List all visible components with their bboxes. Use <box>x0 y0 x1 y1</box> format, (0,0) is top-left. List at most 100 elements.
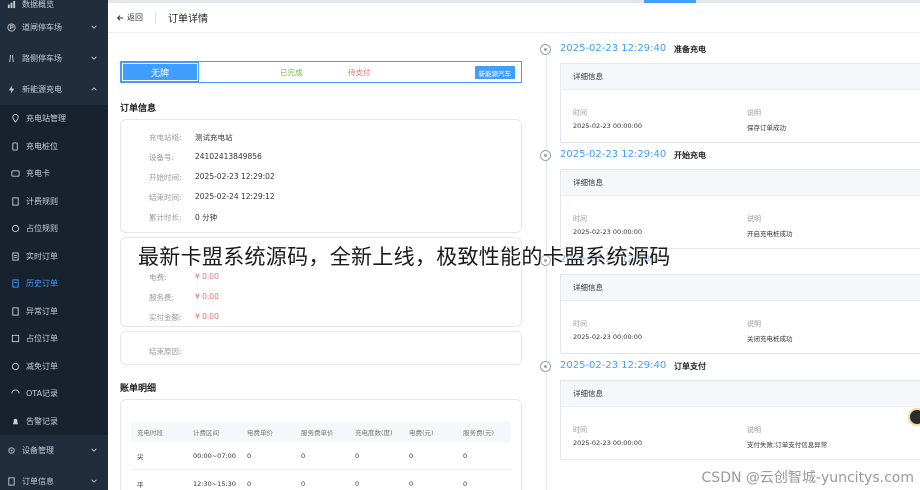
fee-value: ¥ 0.00 <box>195 292 219 301</box>
table-cell: 0 <box>355 479 360 488</box>
arrow-left-icon <box>116 14 124 21</box>
bill-title: 账单明细 <box>120 384 157 394</box>
card-icon <box>10 169 20 179</box>
table-row: 尖 00:00~07:00 0 0 0 0 0 <box>131 442 511 470</box>
sidebar-item-3[interactable]: 新能源充电 <box>0 74 108 105</box>
detail-title: 详细信息 <box>561 64 920 90</box>
table-cell: 0 <box>247 451 252 460</box>
sidebar-item-14[interactable]: OTA记录 <box>0 380 108 408</box>
sidebar-item-12[interactable]: 占位订单 <box>0 325 108 353</box>
timeline-event: 开始充电 <box>674 150 706 160</box>
device-icon <box>6 446 16 456</box>
table-cell: 00:00~07:00 <box>193 451 236 460</box>
column-header: 电费单价 <box>247 429 273 437</box>
sidebar-item-label: 告警记录 <box>26 416 58 426</box>
column-header: 电费(元) <box>409 429 434 437</box>
desc-value: 保存订单成功 <box>747 124 786 132</box>
sidebar-item-7[interactable]: 计费规则 <box>0 187 108 215</box>
sidebar-item-10[interactable]: 历史订单 <box>0 270 108 298</box>
page-header: 返回 订单详情 <box>108 3 920 33</box>
table-header: 充电时段 计费区间 电费单价 服务费单价 充电度数(度) 电费(元) 服务费(元) <box>131 422 511 442</box>
sidebar-item-13[interactable]: 减免订单 <box>0 352 108 380</box>
time-value: 2025-02-23 00:00:00 <box>573 438 643 447</box>
fee-label: 服务费: <box>149 293 175 302</box>
table-cell: 0 <box>409 479 414 488</box>
status-bar: 无牌 已完成 待支付 新能源汽车 <box>120 61 522 83</box>
sidebar: 数据概览 道闸停车场路侧停车场新能源充电充电站管理充电桩位充电卡计费规则占位规则实… <box>0 0 108 490</box>
chevron-icon <box>90 54 98 62</box>
divider <box>155 11 156 24</box>
sidebar-item-label: OTA记录 <box>26 389 59 399</box>
timeline-time: 2025-02-23 12:29:40 <box>560 148 667 160</box>
table-cell: 0 <box>463 451 468 460</box>
sidebar-item-6[interactable]: 充电卡 <box>0 160 108 188</box>
detail-title: 详细信息 <box>561 275 920 301</box>
sidebar-item-2[interactable]: 路侧停车场 <box>0 43 108 74</box>
end-reason-card: 结束原因: <box>120 331 522 365</box>
sidebar-item-5[interactable]: 充电桩位 <box>0 132 108 160</box>
desc-label: 说明 <box>747 109 761 117</box>
table-row: 平 12:30~15:30 0 0 0 0 0 <box>131 470 511 490</box>
table-cell: 0 <box>463 479 468 488</box>
bill-table: 充电时段 计费区间 电费单价 服务费单价 充电度数(度) 电费(元) 服务费(元) 尖 00:0… <box>131 422 511 490</box>
chevron-icon <box>90 23 98 31</box>
order-info-title: 订单信息 <box>120 104 157 114</box>
timeline-event: 订单支付 <box>674 361 706 371</box>
new-energy-car-button[interactable]: 新能源汽车 <box>474 66 515 79</box>
info-row: 开始时间: 2025-02-23 12:29:02 <box>149 172 275 183</box>
fee-row: 服务费: ¥ 0.00 <box>149 292 219 303</box>
end-reason-label: 结束原因: <box>149 347 182 356</box>
sidebar-item-label: 实时订单 <box>26 251 58 261</box>
desc-label: 说明 <box>747 425 761 434</box>
info-value: 2025-02-23 12:29:02 <box>195 172 275 181</box>
sidebar-item-label: 充电站管理 <box>26 114 66 124</box>
time-label: 时间 <box>573 214 587 223</box>
detail-title: 详细信息 <box>561 169 920 196</box>
fee-label: 实付金额: <box>149 313 182 322</box>
sidebar-item-label: 设备管理 <box>22 446 54 455</box>
timeline-time: 2025-02-23 12:29:40 <box>560 359 667 371</box>
sidebar-item-1[interactable]: 道闸停车场 <box>0 12 108 43</box>
table-cell: 0 <box>301 451 306 460</box>
info-row: 累计时长: 0 分钟 <box>149 212 217 223</box>
timeline-detail-card: 详细信息 时间 说明 2025-02-23 00:00:00 支付失败;订单支付信息异常 <box>560 379 920 460</box>
charging-icon <box>6 85 16 95</box>
timeline-dot-icon <box>540 44 551 55</box>
sidebar-item-9[interactable]: 实时订单 <box>0 242 108 270</box>
sidebar-item-15[interactable]: 告警记录 <box>0 407 108 435</box>
location-icon <box>10 114 20 124</box>
sidebar-item-8[interactable]: 占位规则 <box>0 215 108 243</box>
order-icon <box>10 251 20 261</box>
page-title: 订单详情 <box>168 14 208 25</box>
parking-icon <box>6 23 16 33</box>
sidebar-item-0[interactable]: 数据概览 <box>0 0 108 12</box>
desc-value: 开启充电桩成功 <box>747 229 793 238</box>
desc-value: 关闭充电桩成功 <box>747 335 793 343</box>
timeline-detail-card: 详细信息 时间 说明 2025-02-23 00:00:00 关闭充电桩成功 <box>560 274 920 354</box>
occupy-icon <box>10 334 20 344</box>
info-row: 充电站络: 测试充电站 <box>149 132 233 143</box>
fee-label: 电费: <box>149 273 167 282</box>
sidebar-item-label: 充电桩位 <box>26 141 58 151</box>
info-row: 设备号: 24102413849856 <box>149 152 262 163</box>
sidebar-item-label: 历史订单 <box>26 279 58 289</box>
timeline-time: 2025-02-23 12:29:40 <box>560 43 667 54</box>
sidebar-item-17[interactable]: 订单信息 <box>0 466 108 490</box>
sidebar-item-label: 路侧停车场 <box>22 54 62 63</box>
column-header: 服务费单价 <box>301 429 334 437</box>
watermark: CSDN @云创智城-yuncitys.com <box>701 470 914 486</box>
sidebar-item-4[interactable]: 充电站管理 <box>0 105 108 133</box>
back-button[interactable]: 返回 <box>116 12 143 23</box>
table-cell: 0 <box>409 451 414 460</box>
fee-row: 电费: ¥ 0.00 <box>149 272 219 283</box>
sidebar-item-11[interactable]: 异常订单 <box>0 297 108 325</box>
info-label: 结束时间: <box>149 193 182 202</box>
sidebar-item-16[interactable]: 设备管理 <box>0 435 108 466</box>
time-label: 时间 <box>573 425 587 434</box>
warning-order-icon <box>10 306 20 316</box>
info-label: 设备号: <box>149 153 175 162</box>
floating-avatar[interactable] <box>908 408 920 426</box>
sidebar-item-label: 计费规则 <box>26 196 58 206</box>
info-value: 24102413849856 <box>195 152 262 161</box>
time-value: 2025-02-23 00:00:00 <box>573 333 643 341</box>
